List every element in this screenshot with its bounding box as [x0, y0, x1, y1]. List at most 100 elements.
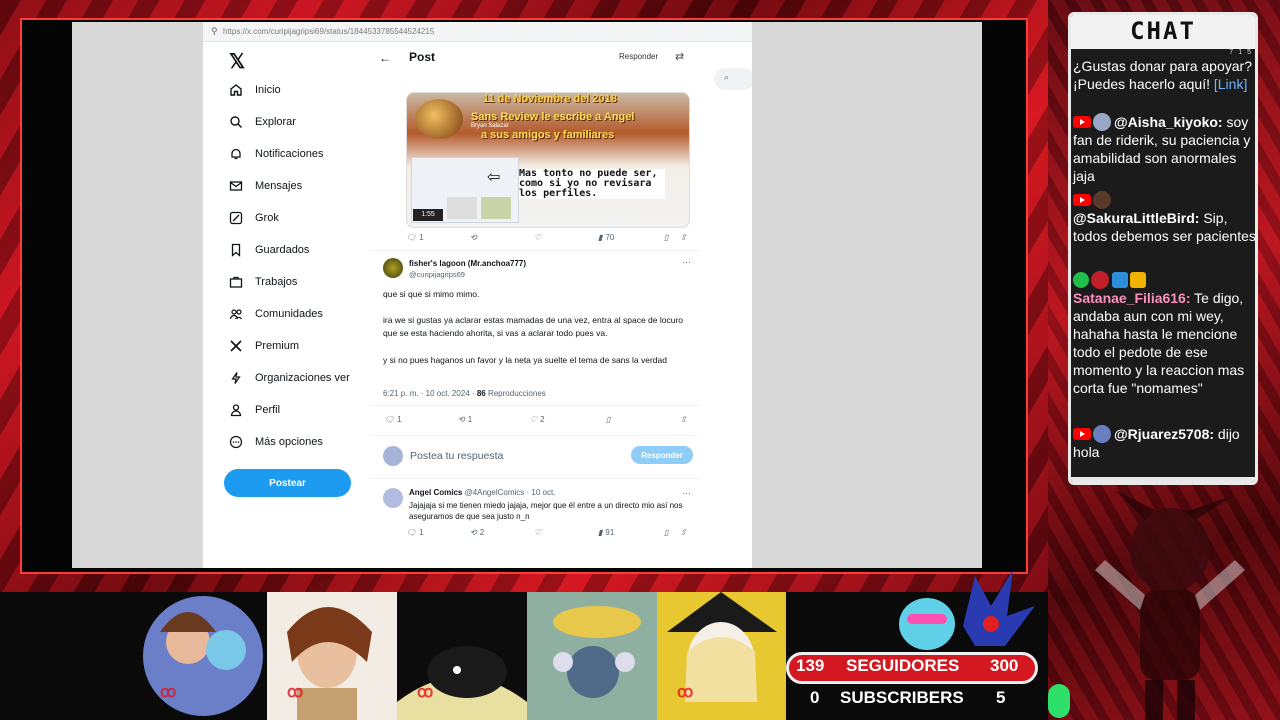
comment-icon: 🗨	[406, 528, 417, 537]
image-line-2: a sus amigos y familiares	[481, 129, 615, 141]
views-action[interactable]: ▮ 91	[598, 528, 614, 537]
more-options-icon[interactable]: ···	[682, 488, 691, 498]
followers-row: 139 SEGUIDORES 300	[796, 656, 1032, 680]
bookmark-action[interactable]: ▯	[664, 233, 668, 242]
image-thumb	[481, 197, 511, 219]
post-text-3: y si no pues haganos un favor y la neta …	[383, 355, 667, 365]
main-column: ← Post Responder ⇄ ⌕ 11 de Noviembre del…	[369, 42, 752, 568]
x-logo-icon[interactable]: 𝕏	[229, 49, 245, 74]
avatar	[1093, 425, 1111, 443]
views-action[interactable]: ▮ 70	[598, 233, 614, 242]
x-logo-icon	[229, 339, 243, 353]
author-name[interactable]: fisher's lagoon (Mr.anchoa777)	[409, 259, 526, 268]
post-text-1: que si que si mimo mimo.	[383, 289, 480, 299]
brand-logo-icon: ꝏ	[677, 684, 694, 701]
post-image[interactable]: 11 de Noviembre del 2018 Sans Review le …	[406, 92, 690, 228]
art-tile: ꝏ	[140, 592, 266, 720]
url-text[interactable]: https://x.com/curipijagripsi69/status/18…	[223, 27, 434, 36]
post-meta: 6:21 p. m. · 10 oct. 2024 · 86 Reproducc…	[383, 389, 546, 398]
like-action[interactable]: ♡	[534, 528, 541, 537]
sidebar-item-explorar[interactable]: Explorar	[229, 111, 296, 133]
repost-icon: ⟲	[458, 415, 465, 424]
share-action[interactable]: ⇧	[680, 415, 687, 424]
like-action[interactable]: ♡	[534, 233, 541, 242]
bookmark-icon: ▯	[664, 528, 669, 537]
donate-link[interactable]: [Link]	[1214, 76, 1247, 92]
bookmark-icon: ▯	[606, 415, 611, 424]
avatar[interactable]	[383, 258, 403, 278]
reply-count: 1	[419, 233, 424, 242]
subs-goal: 5	[996, 688, 1006, 707]
chat-username: @Aisha_kiyoko:	[1114, 114, 1223, 130]
brand-logo-icon: ꝏ	[160, 684, 177, 701]
subs-label: SUBSCRIBERS	[840, 688, 964, 707]
mail-icon	[229, 179, 243, 193]
sidebar-item-comunidades[interactable]: Comunidades	[229, 303, 323, 325]
back-arrow-icon[interactable]: ←	[379, 51, 391, 65]
divider	[369, 435, 699, 436]
chart-icon: ▮	[598, 528, 603, 537]
reply-button[interactable]: Responder	[631, 446, 693, 464]
image-date: 11 de Noviembre del 2018	[483, 93, 617, 105]
sidebar-item-mas-opciones[interactable]: Más opciones	[229, 431, 323, 453]
followers-label: SEGUIDORES	[846, 656, 960, 675]
reply-input[interactable]: Postea tu respuesta	[410, 450, 503, 462]
bookmark-action[interactable]: ▯	[606, 415, 610, 424]
sidebar-item-grok[interactable]: Grok	[229, 207, 279, 229]
comment-text: Jajajaja si me tienen miedo jajaja, mejo…	[409, 501, 683, 521]
repost-action[interactable]: ⟲	[470, 233, 477, 242]
like-count: 2	[540, 415, 545, 424]
reply-action[interactable]: 🗨 1	[406, 233, 424, 242]
reply-header-button[interactable]: Responder	[619, 52, 658, 61]
sidebar-item-trabajos[interactable]: Trabajos	[229, 271, 297, 293]
avatar	[1093, 191, 1111, 209]
search-pill[interactable]: ⌕	[714, 68, 752, 90]
comment-author[interactable]: Angel Comics @4AngelComics · 10 oct.	[409, 488, 555, 497]
share-icon: ⇧	[680, 528, 687, 537]
sidebar-item-notificaciones[interactable]: Notificaciones	[229, 143, 323, 165]
search-icon: ⌕	[724, 72, 730, 82]
post-button[interactable]: Postear	[224, 469, 351, 497]
reply-action[interactable]: 🗨 1	[384, 415, 402, 424]
like-action[interactable]: ♡ 2	[530, 415, 545, 424]
repost-count: 1	[467, 415, 473, 424]
author-handle[interactable]: @curipijagrips69	[409, 270, 465, 279]
address-bar[interactable]: ⚲ https://x.com/curipijagripsi69/status/…	[203, 22, 752, 42]
avatar	[1091, 271, 1109, 289]
sidebar-item-mensajes[interactable]: Mensajes	[229, 175, 302, 197]
sidebar-item-guardados[interactable]: Guardados	[229, 239, 309, 261]
followers-goal: 300	[990, 656, 1019, 675]
share-action[interactable]: ⇧	[680, 528, 687, 537]
viewer-count: 7	[1229, 49, 1234, 56]
bookmark-action[interactable]: ▯	[664, 528, 668, 537]
post-timestamp[interactable]: 6:21 p. m. · 10 oct. 2024 ·	[383, 389, 477, 398]
share-action[interactable]: ⇧	[680, 233, 687, 242]
sidebar-item-label: Mensajes	[255, 180, 303, 192]
image-line-1: Sans Review le escribe a Angel	[471, 111, 635, 123]
sidebar-item-organizaciones[interactable]: Organizaciones ver	[229, 367, 350, 389]
sidebar-item-perfil[interactable]: Perfil	[229, 399, 280, 421]
chat-message: @SakuraLittleBird: Sip, todos debemos se…	[1073, 191, 1255, 245]
art-tile: ꝏ	[267, 592, 397, 720]
youtube-icon	[1073, 428, 1091, 440]
sidebar-item-premium[interactable]: Premium	[229, 335, 299, 357]
youtube-icon	[1073, 194, 1091, 206]
image-author: Bryan Salazar	[471, 123, 509, 129]
repost-action[interactable]: ⟲ 2	[470, 528, 484, 537]
arrow-left-icon: ⇦	[487, 169, 501, 186]
repost-icon: ⟲	[470, 528, 477, 537]
sidebar-item-inicio[interactable]: Inicio	[229, 79, 281, 101]
people-icon	[229, 307, 243, 321]
sidebar-item-label: Notificaciones	[255, 148, 324, 160]
repost-action[interactable]: ⟲ 1	[458, 415, 472, 424]
filter-icon[interactable]: ⇄	[675, 50, 684, 63]
chat-counters: 7 1 5	[1229, 49, 1251, 56]
stream-overlay: ⚲ https://x.com/curipijagripsi69/status/…	[0, 0, 1280, 720]
art-tile	[527, 592, 657, 720]
chat-username: @Rjuarez5708:	[1114, 426, 1215, 442]
subs-current: 0	[810, 688, 820, 707]
reply-action[interactable]: 🗨 1	[406, 528, 424, 537]
post-actions: 🗨 1 ⟲ ♡ ▮ 70 ▯ ⇧	[406, 233, 690, 247]
avatar[interactable]	[383, 488, 403, 508]
more-options-icon[interactable]: ···	[682, 257, 691, 267]
